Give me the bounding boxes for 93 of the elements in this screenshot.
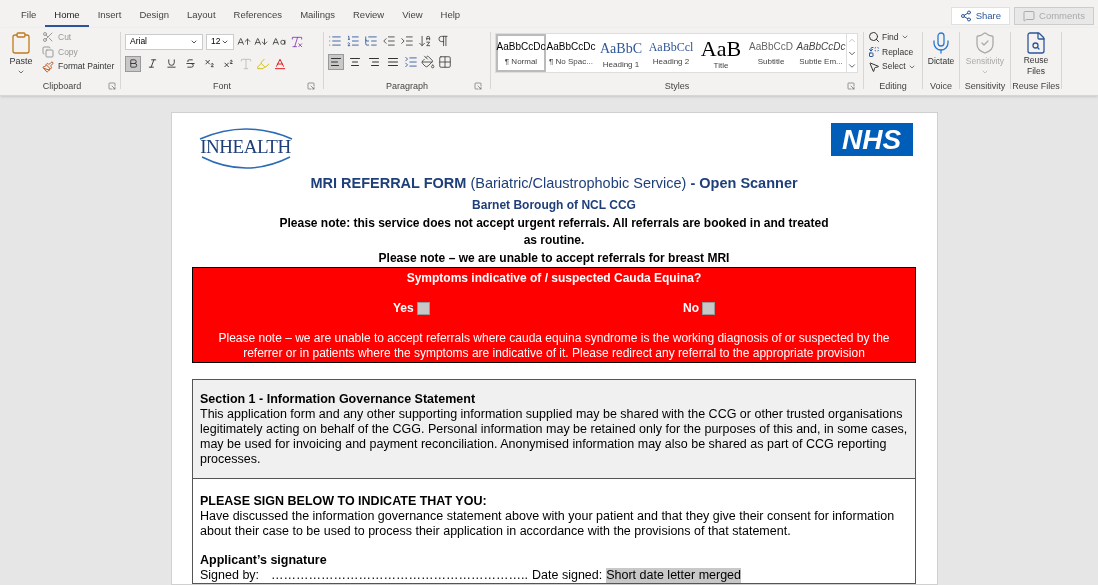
- shading-icon[interactable]: [421, 54, 435, 69]
- sort-icon[interactable]: [418, 33, 432, 48]
- ribbon-tab[interactable]: View: [393, 4, 432, 27]
- dialog-launcher-icon[interactable]: [307, 82, 315, 91]
- signed-by-label: Signed by:: [200, 568, 260, 583]
- align-left-icon: [330, 55, 342, 68]
- superscript-icon: [222, 58, 234, 70]
- align-left-button[interactable]: [328, 53, 344, 70]
- font-name-field[interactable]: Arial: [125, 33, 203, 50]
- clear-formatting-icon[interactable]: [290, 34, 304, 49]
- underline-icon: [165, 58, 177, 70]
- group-label: Editing: [879, 79, 907, 93]
- bullets-icon[interactable]: [328, 33, 342, 48]
- copy-icon: [42, 45, 54, 58]
- align-justify-icon: [387, 55, 399, 68]
- dialog-launcher-icon[interactable]: [108, 82, 116, 91]
- section-heading: PLEASE SIGN BELOW TO INDICATE THAT YOU:: [200, 494, 488, 509]
- style-gallery-item[interactable]: AaBbCcD Subtitle: [746, 33, 796, 72]
- dictate-button[interactable]: Dictate: [927, 27, 955, 68]
- ribbon-tab[interactable]: Help: [431, 4, 470, 27]
- group-label: Voice: [930, 79, 952, 93]
- increase-indent-icon[interactable]: [400, 33, 414, 48]
- ribbon-tab[interactable]: Review: [344, 4, 394, 27]
- style-gallery-item[interactable]: AaBbCcDc ¶ Normal: [496, 33, 546, 72]
- note-text: Please note – we are unable to accept referrals for breast MRI: [377, 250, 731, 267]
- subscript-icon: [203, 58, 215, 70]
- scissors-icon: [42, 31, 54, 44]
- form-title: MRI REFERRAL FORM (Bariatric/Claustrophobic Service) - Open Scanner: [310, 174, 798, 194]
- note-text: Please note: this service does not accept urgent referrals. All referrals are booked in and treated as routine.: [278, 215, 830, 249]
- ribbon-tab[interactable]: Insert: [88, 4, 131, 27]
- multilevel-list-icon[interactable]: [364, 33, 378, 48]
- font-size-field[interactable]: 12: [206, 33, 234, 50]
- inhealth-logo: INHEALTH: [195, 123, 296, 172]
- strike-icon: [184, 58, 196, 70]
- ribbon-tab[interactable]: File: [12, 4, 46, 27]
- file-search-icon: [1024, 30, 1048, 55]
- bold-icon: [127, 58, 139, 70]
- section-body: Have discussed the information governance statement above with your patient and that they give their consent for information about their case to be used to process their application in accordance with the provisions of that statement.: [200, 509, 896, 539]
- share-icon: [959, 9, 972, 22]
- alert-note: Please note – we are unable to accept referrals where cauda equina syndrome is the working diagnosis of or suspected by the referrer or in patients where the symptoms are indicative of it. Please redirect any referral to the appropriate provision: [217, 331, 891, 361]
- option-label: No: [683, 300, 699, 317]
- format-painter-button[interactable]: Format Painter: [42, 60, 115, 74]
- borders-icon[interactable]: [438, 54, 452, 69]
- signature-line[interactable]: ……………………………………………………..: [271, 568, 529, 583]
- checkbox[interactable]: [702, 301, 715, 315]
- search-icon: [868, 31, 880, 44]
- ribbon-tab[interactable]: Home: [45, 4, 89, 27]
- paste-button[interactable]: Paste: [4, 30, 38, 77]
- signature-heading: Applicant’s signature: [200, 553, 328, 568]
- align-right-icon: [368, 55, 380, 68]
- brush-icon: [42, 60, 54, 73]
- checkbox[interactable]: [416, 301, 430, 315]
- date-label: Date signed:: [532, 568, 603, 583]
- date-field[interactable]: Short date letter merged: [606, 568, 741, 583]
- section-heading: Section 1 - Information Governance Statement: [200, 392, 477, 407]
- ribbon-tab[interactable]: Layout: [178, 4, 225, 27]
- share-button[interactable]: Share: [950, 6, 1011, 25]
- option-label: Yes: [393, 300, 414, 317]
- group-label: Styles: [664, 79, 690, 93]
- pilcrow-icon[interactable]: [436, 33, 450, 48]
- style-gallery-item[interactable]: AaBbCcDc ¶ No Spac...: [546, 33, 596, 72]
- ribbon-tab[interactable]: Mailings: [291, 4, 344, 27]
- align-center-icon: [349, 55, 361, 68]
- numbering-icon[interactable]: [346, 33, 360, 48]
- ribbon-tab[interactable]: Design: [130, 4, 178, 27]
- replace-icon: [868, 45, 880, 58]
- clipboard-icon: [9, 30, 33, 55]
- group-label: Paragraph: [386, 79, 428, 93]
- reuse-files-button[interactable]: Reuse Files: [1018, 27, 1054, 77]
- decrease-indent-icon[interactable]: [382, 33, 396, 48]
- bold-button[interactable]: [125, 55, 141, 72]
- style-gallery-item[interactable]: AaB Title: [696, 33, 746, 72]
- group-label: Sensitivity: [964, 79, 1006, 93]
- style-gallery-item[interactable]: AaBbC Heading 1: [596, 33, 646, 72]
- dialog-launcher-icon[interactable]: [474, 82, 482, 91]
- pointer-icon: [868, 60, 880, 73]
- nhs-logo: NHS: [830, 123, 913, 157]
- style-gallery-item[interactable]: AaBbCcDc Subtle Em...: [796, 33, 846, 72]
- dialog-launcher-icon[interactable]: [847, 82, 855, 91]
- comment-icon: [1023, 9, 1036, 22]
- section-body: This application form and any other supporting information supplied may be shared with the CCG or other trusted organisations legitimately acting on behalf of the CGG. Personal information may be retained only for the purposes of this and, in some cases, may be used for invoicing and payment reconciliation. Anonymised information may also be shared as part of CCG reporting processes.: [200, 407, 908, 467]
- italic-icon: [146, 58, 158, 70]
- group-label: Reuse Files: [1012, 79, 1060, 93]
- group-label: Font: [213, 79, 231, 93]
- replace-button[interactable]: Replace: [868, 45, 918, 59]
- style-gallery-item[interactable]: AaBbCcl Heading 2: [646, 33, 696, 72]
- find-button[interactable]: Find: [868, 30, 918, 44]
- select-button[interactable]: Select: [868, 60, 918, 74]
- group-label: Clipboard: [42, 79, 82, 93]
- ribbon-tab[interactable]: References: [224, 4, 292, 27]
- form-subtitle: Barnet Borough of NCL CCG: [472, 197, 636, 214]
- alert-question: Symptoms indicative of / suspected Cauda Equina?: [406, 270, 702, 287]
- font-color-icon[interactable]: [273, 56, 287, 71]
